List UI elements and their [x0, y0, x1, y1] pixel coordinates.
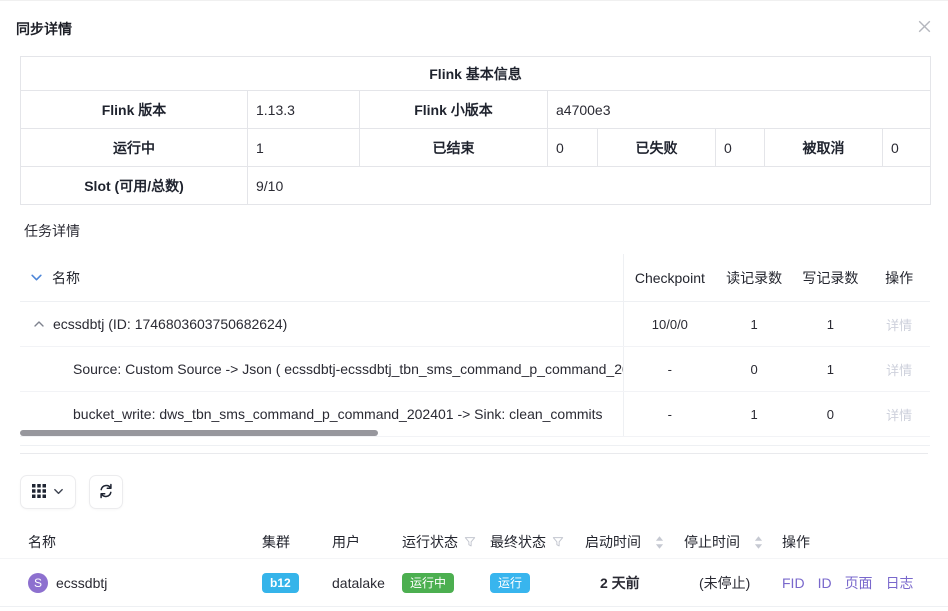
jobs-col-stop-time[interactable]: 停止时间	[684, 532, 782, 552]
running-label: 运行中	[21, 129, 248, 167]
id-link[interactable]: ID	[818, 575, 832, 591]
jobs-col-start-time-label: 启动时间	[585, 532, 641, 552]
refresh-icon	[98, 483, 114, 502]
task-checkpoint: -	[624, 362, 716, 377]
task-table-header: 名称 Checkpoint 读记录数 写记录数 操作	[20, 254, 930, 302]
sync-detail-drawer: 同步详情 Flink 基本信息 Flink 版本 1.13.3 Flink 小版…	[0, 0, 948, 611]
flink-version-value: 1.13.3	[248, 91, 360, 129]
finished-value: 0	[548, 129, 598, 167]
jobs-col-final-status: 最终状态	[490, 532, 585, 552]
flink-minor-version-value: a4700e3	[548, 91, 931, 129]
flink-info-title: Flink 基本信息	[21, 57, 931, 91]
col-header-name: 名称	[52, 268, 80, 288]
filter-funnel-icon[interactable]	[464, 536, 476, 548]
jobs-col-start-time[interactable]: 启动时间	[585, 532, 684, 552]
col-header-read-records: 读记录数	[716, 268, 793, 288]
sorter-carets-icon[interactable]	[655, 536, 664, 549]
running-value: 1	[248, 129, 360, 167]
task-read-count: 1	[716, 317, 793, 332]
jobs-col-name: 名称	[28, 532, 262, 552]
refresh-button[interactable]	[89, 475, 123, 509]
canceled-label: 被取消	[765, 129, 883, 167]
horizontal-scrollbar[interactable]	[20, 430, 378, 436]
task-name: ecssdbtj (ID: 1746803603750682624)	[53, 316, 287, 332]
jobs-col-final-status-label: 最终状态	[490, 532, 546, 552]
avatar: S	[28, 573, 48, 593]
job-row: S ecssdbtj b12 datalake 运行中 运行 2 天前 (未停止…	[0, 559, 948, 607]
run-status-badge: 运行中	[402, 573, 454, 593]
task-write-count: 1	[792, 362, 868, 377]
jobs-toolbar	[20, 475, 948, 509]
cluster-badge: b12	[262, 573, 299, 593]
close-icon[interactable]	[915, 17, 933, 35]
task-detail-table: 名称 Checkpoint 读记录数 写记录数 操作 ecssdbtj (ID:…	[20, 254, 930, 446]
jobs-col-cluster: 集群	[262, 532, 332, 552]
flink-version-label: Flink 版本	[21, 91, 248, 129]
collapse-chevron-up-icon[interactable]	[33, 318, 45, 330]
task-row: ecssdbtj (ID: 1746803603750682624) 10/0/…	[20, 302, 930, 347]
task-table-footer	[20, 437, 930, 446]
task-read-count: 1	[716, 407, 793, 422]
jobs-col-run-status-label: 运行状态	[402, 532, 458, 552]
job-start-time: 2 天前	[600, 573, 640, 593]
chevron-down-icon	[53, 484, 64, 500]
slot-value: 9/10	[248, 167, 931, 205]
page-link[interactable]: 页面	[845, 573, 873, 593]
col-header-checkpoint: Checkpoint	[624, 270, 716, 286]
job-name: ecssdbtj	[56, 575, 107, 591]
task-name: bucket_write: dws_tbn_sms_command_p_comm…	[73, 406, 603, 422]
final-status-badge: 运行	[490, 573, 530, 593]
col-header-write-records: 写记录数	[792, 268, 868, 288]
job-stop-time: (未停止)	[699, 573, 750, 593]
expand-all-chevron-down-icon[interactable]	[30, 271, 43, 284]
detail-link[interactable]: 详情	[886, 408, 912, 423]
jobs-col-stop-time-label: 停止时间	[684, 532, 740, 552]
detail-link[interactable]: 详情	[886, 363, 912, 378]
col-header-action: 操作	[868, 268, 930, 288]
jobs-col-action: 操作	[782, 532, 948, 552]
slot-label: Slot (可用/总数)	[21, 167, 248, 205]
failed-label: 已失败	[598, 129, 716, 167]
job-user: datalake	[332, 575, 402, 591]
log-link[interactable]: 日志	[886, 573, 914, 593]
finished-label: 已结束	[360, 129, 548, 167]
task-detail-section-title: 任务详情	[24, 221, 948, 241]
task-read-count: 0	[716, 362, 793, 377]
task-write-count: 0	[792, 407, 868, 422]
fid-link[interactable]: FID	[782, 575, 805, 591]
flink-info-table: Flink 基本信息 Flink 版本 1.13.3 Flink 小版本 a47…	[20, 56, 931, 205]
failed-value: 0	[716, 129, 765, 167]
task-checkpoint: -	[624, 407, 716, 422]
drawer-title: 同步详情	[16, 21, 72, 37]
jobs-table-header: 名称 集群 用户 运行状态 最终状态 启动时间	[0, 526, 948, 559]
column-settings-button[interactable]	[20, 475, 76, 509]
canceled-value: 0	[883, 129, 931, 167]
jobs-col-run-status: 运行状态	[402, 532, 490, 552]
drawer-header: 同步详情	[0, 1, 948, 51]
task-checkpoint: 10/0/0	[624, 317, 716, 332]
section-divider	[20, 453, 928, 454]
detail-link[interactable]: 详情	[886, 318, 912, 333]
flink-minor-version-label: Flink 小版本	[360, 91, 548, 129]
sorter-carets-icon[interactable]	[754, 536, 763, 549]
task-write-count: 1	[792, 317, 868, 332]
grid-icon	[32, 484, 46, 501]
task-name: Source: Custom Source -> Json ( ecssdbtj…	[73, 361, 623, 377]
jobs-table: 名称 集群 用户 运行状态 最终状态 启动时间	[0, 526, 948, 607]
task-row: Source: Custom Source -> Json ( ecssdbtj…	[20, 347, 930, 392]
filter-funnel-icon[interactable]	[552, 536, 564, 548]
jobs-col-user: 用户	[332, 532, 402, 552]
